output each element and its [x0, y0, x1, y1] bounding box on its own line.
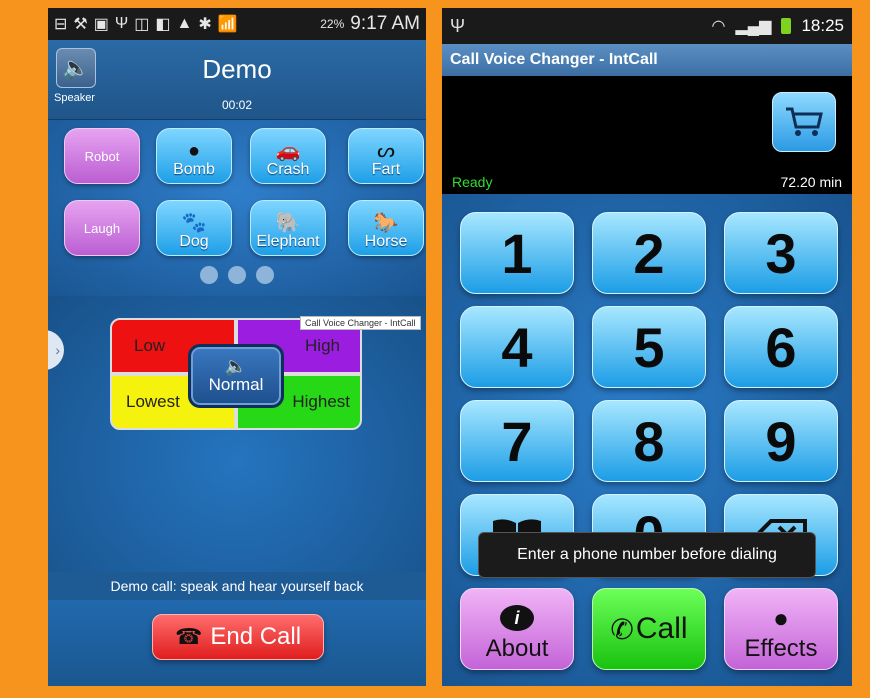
status-bar: ⊟ ⚒ ▣ Ψ ◫ ◧ ▲ ✱ 📶 22% 9:17 AM: [48, 8, 426, 40]
pitch-normal-button[interactable]: 🔈 Normal: [188, 344, 284, 408]
bomb-icon: ●: [773, 603, 789, 633]
dialer-screen: Ψ ◠ ▂▄▆ 18:25 Call Voice Changer - IntCa…: [442, 8, 852, 686]
key-4[interactable]: 4: [460, 306, 574, 388]
end-call-button[interactable]: ☎ End Call: [152, 614, 324, 660]
effect-horse-button[interactable]: 🐎 Horse: [348, 200, 424, 256]
app-tooltip: Call Voice Changer - IntCall: [300, 316, 421, 330]
info-icon: i: [500, 605, 534, 631]
effect-label: Robot: [84, 148, 120, 164]
dial-display: Ready 72.20 min: [442, 76, 852, 194]
demo-call-screen: ⊟ ⚒ ▣ Ψ ◫ ◧ ▲ ✱ 📶 22% 9:17 AM 🔈 Speaker …: [48, 8, 426, 686]
effect-fart-button[interactable]: ᔕ Fart: [348, 128, 424, 184]
effect-label: Bomb: [173, 161, 215, 178]
effect-label: Elephant: [256, 233, 320, 250]
car-icon: 🚗: [275, 140, 301, 162]
store-button[interactable]: [772, 92, 836, 152]
demo-instructions: Demo call: speak and hear yourself back: [48, 572, 426, 600]
notification-icons: ⊟ ⚒ ▣ Ψ ◫ ◧ ▲ ✱ 📶: [54, 14, 238, 34]
wifi-icon: ◠: [711, 18, 726, 35]
key-3[interactable]: 3: [724, 212, 838, 294]
speaker-icon: 🔈: [224, 356, 248, 376]
effect-label: Horse: [364, 233, 408, 250]
pitch-label: Normal: [208, 375, 264, 394]
signal-icon: ▂▄▆: [735, 18, 772, 35]
call-button[interactable]: ✆ Call: [592, 588, 706, 670]
key-8[interactable]: 8: [592, 400, 706, 482]
key-6[interactable]: 6: [724, 306, 838, 388]
call-header: 🔈 Speaker Demo 00:02: [48, 40, 426, 120]
status-bar: Ψ ◠ ▂▄▆ 18:25: [442, 8, 852, 44]
about-button[interactable]: i About: [460, 588, 574, 670]
key-1[interactable]: 1: [460, 212, 574, 294]
bluetooth-icon: ✱: [198, 16, 212, 33]
clock: 18:25: [801, 16, 844, 35]
horse-icon: 🐎: [373, 212, 399, 234]
effect-crash-button[interactable]: 🚗 Crash: [250, 128, 326, 184]
fart-icon: ᔕ: [377, 140, 395, 162]
effects-button[interactable]: ● Effects: [724, 588, 838, 670]
phone-icon: ✆: [610, 613, 634, 645]
effect-label: Dog: [179, 233, 209, 250]
dial-keypad: 1 2 3 4 5 6 7 8 9 0 Enter a phone number…: [442, 194, 852, 686]
pitch-label: Highest: [292, 392, 350, 411]
effect-label: Fart: [371, 161, 401, 178]
effect-elephant-button[interactable]: 🐘 Elephant: [250, 200, 326, 256]
sound-effects-panel: Robot ● Bomb 🚗 Crash ᔕ Fart Laugh 🐾 Dog 🐘 Ele…: [48, 120, 426, 296]
effect-label: Crash: [266, 161, 310, 178]
key-9[interactable]: 9: [724, 400, 838, 482]
key-5[interactable]: 5: [592, 306, 706, 388]
app-title: Call Voice Changer - IntCall: [442, 44, 852, 76]
key-2[interactable]: 2: [592, 212, 706, 294]
clock: 9:17 AM: [350, 13, 420, 34]
effect-label: Laugh: [83, 220, 121, 236]
hangup-icon: ☎: [174, 624, 203, 649]
cart-icon: [786, 107, 823, 136]
elephant-icon: 🐘: [275, 212, 301, 234]
notification-icon: ◫: [134, 16, 150, 33]
drawer-handle[interactable]: ›: [48, 330, 64, 370]
notification-icon: ⚒: [73, 16, 88, 33]
paw-icon: 🐾: [181, 212, 207, 234]
bomb-icon: ●: [187, 140, 201, 162]
end-call-label: End Call: [210, 623, 302, 650]
pitch-label: High: [305, 336, 340, 355]
pitch-label: Low: [134, 336, 166, 355]
usb-icon: Ψ: [114, 15, 129, 32]
end-call-bar: ☎ End Call: [48, 600, 426, 686]
page-dot[interactable]: [228, 266, 246, 284]
effects-label: Effects: [744, 635, 818, 662]
pitch-label: Lowest: [126, 392, 180, 411]
about-label: About: [485, 635, 549, 662]
voice-pitch-panel: › Low High Lowest Highest 🔈 Normal Call …: [48, 296, 426, 572]
notification-icon: ⊟: [54, 16, 68, 33]
call-title: Demo: [202, 54, 272, 84]
battery-icon: [781, 18, 792, 34]
notification-icon: ◧: [155, 16, 171, 33]
chevron-right-icon: ›: [55, 342, 60, 358]
effect-bomb-button[interactable]: ● Bomb: [156, 128, 232, 184]
usb-icon: Ψ: [450, 15, 466, 36]
minutes-balance: 72.20 min: [780, 174, 842, 190]
notification-icon: ▣: [93, 16, 109, 33]
connection-status: Ready: [452, 174, 493, 190]
battery-level: 22%: [320, 17, 345, 31]
page-indicator: [48, 266, 426, 284]
toast-message: Enter a phone number before dialing: [478, 532, 816, 578]
page-dot[interactable]: [200, 266, 218, 284]
effect-robot-button[interactable]: Robot: [64, 128, 140, 184]
call-timer: 00:02: [221, 98, 253, 112]
signal-icon: 📶: [217, 16, 238, 33]
page-dot[interactable]: [256, 266, 274, 284]
key-7[interactable]: 7: [460, 400, 574, 482]
effect-laugh-button[interactable]: Laugh: [64, 200, 140, 256]
warning-icon: ▲: [176, 15, 193, 32]
call-label: Call: [635, 612, 688, 645]
effect-dog-button[interactable]: 🐾 Dog: [156, 200, 232, 256]
